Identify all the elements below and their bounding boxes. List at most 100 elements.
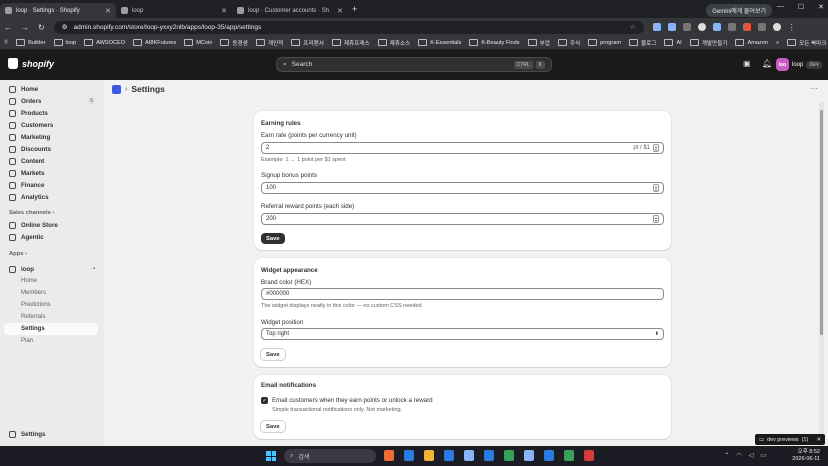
taskbar-clock[interactable]: 오후 8:52 2026-06-11 [792,449,820,463]
signup-bonus-input[interactable]: 100 ▴ ▾ [261,182,664,194]
extension-icon[interactable] [682,23,691,31]
bookmark-folder[interactable]: 블로그 [629,39,656,47]
shopify-logo[interactable]: shopify [8,58,54,69]
close-icon[interactable]: ✕ [105,7,111,15]
more-bookmarks-icon[interactable]: » [776,40,779,46]
bookmark-folder[interactable]: loop [54,39,77,46]
browser-tab-loop[interactable]: loop ✕ [116,3,232,18]
save-button[interactable]: Save [261,421,285,432]
reload-icon[interactable]: ↻ [38,23,45,32]
bookmark-folder[interactable]: K-Essentials [418,39,461,46]
extension-icon[interactable] [697,23,706,31]
taskbar-app-icon[interactable] [564,450,574,461]
pin-icon[interactable]: • [93,266,95,272]
extension-icon[interactable] [727,23,736,31]
maximize-icon[interactable]: ☐ [798,3,804,11]
taskbar-app-icon[interactable] [384,450,394,461]
close-icon[interactable]: ✕ [221,7,227,15]
app-nav-predictions[interactable]: Predictions [0,299,104,311]
bell-icon[interactable]: 🔔︎ [762,59,772,68]
email-customers-checkbox[interactable]: ✓ [261,397,268,404]
bookmark-folder[interactable]: Builder [16,39,45,46]
bookmark-folder[interactable]: AI8KFutures [133,39,176,46]
browser-tab-customer-accounts[interactable]: loop · Customer accounts · Sh ✕ [232,3,348,18]
gemini-button[interactable]: Gemini에게 물어보기 [706,4,772,17]
sidebar-item-products[interactable]: Products [0,107,104,119]
scrollbar-thumb[interactable] [820,110,823,335]
apps-grid-icon[interactable]: ⠿ [4,40,8,46]
bookmark-folder[interactable]: 개발만들기 [690,39,728,47]
extensions-puzzle-icon[interactable] [757,23,766,31]
close-icon[interactable]: ✕ [816,437,821,443]
new-tab-button[interactable]: + [352,4,357,14]
taskbar-app-icon[interactable] [524,450,534,461]
network-icon[interactable]: ◠ [736,452,741,459]
bookmark-folder[interactable]: AWSOCEO [84,39,125,46]
store-icon[interactable]: ▣ [743,59,751,68]
sidebar-item-agentic[interactable]: Agentic [0,231,104,243]
sidebar-item-marketing[interactable]: Marketing [0,131,104,143]
battery-icon[interactable]: ▭ [760,452,766,459]
extension-icon[interactable] [667,23,676,31]
windows-start-icon[interactable] [266,451,276,461]
bookmark-folder[interactable]: Amazon [735,39,768,46]
search-input[interactable]: ⌕ Search CTRL K [276,57,552,72]
save-button[interactable]: Save [261,349,285,360]
widget-position-select[interactable]: Top right ⬍ [261,328,664,340]
bookmark-folder[interactable]: 제휴소스 [378,39,411,47]
sidebar-item-finance[interactable]: Finance [0,179,104,191]
sidebar-item-customers[interactable]: Customers [0,119,104,131]
taskbar-app-icon[interactable] [504,450,514,461]
extension-icon[interactable] [712,23,721,31]
profile-avatar-icon[interactable] [772,23,781,31]
volume-icon[interactable]: ◁ [749,452,754,459]
menu-kebab-icon[interactable]: ⋮ [788,23,796,32]
address-bar[interactable]: ⚙ admin.shopify.com/store/loop-yxxy2nlb/a… [53,20,644,34]
sidebar-item-orders[interactable]: Orders 5 [0,95,104,107]
browser-tab-settings[interactable]: loop · Settings · Shopify ✕ [0,3,116,18]
bookmark-folder[interactable]: program [588,39,621,46]
email-customers-label[interactable]: Email customers when they earn points or… [272,397,433,404]
bookmark-folder[interactable]: AI [664,39,681,46]
window-close-icon[interactable]: ✕ [818,3,824,11]
site-info-icon[interactable]: ⚙ [62,23,68,31]
close-icon[interactable]: ✕ [337,7,343,15]
sidebar-item-analytics[interactable]: Analytics [0,191,104,203]
number-stepper-icon[interactable]: ▴ ▾ [653,184,659,192]
bookmark-folder[interactable]: 개인적 [256,39,283,47]
number-stepper-icon[interactable]: ▴ ▾ [653,144,659,152]
bookmark-star-icon[interactable]: ☆ [630,23,636,31]
extension-icon[interactable] [652,23,661,31]
sales-channels-heading[interactable]: Sales channels › [0,206,104,219]
earn-rate-input[interactable]: 2 pt / $1 ▴ ▾ [261,142,664,154]
chevron-up-icon[interactable]: ⌃ [724,452,729,459]
taskbar-app-icon[interactable] [544,450,554,461]
bookmark-folder[interactable]: K-Beauty Finds [469,39,519,46]
file-explorer-icon[interactable] [424,450,434,461]
sidebar-item-settings[interactable]: Settings [0,428,104,440]
sidebar-item-discounts[interactable]: Discounts [0,143,104,155]
referral-reward-input[interactable]: 200 ▴ ▾ [261,213,664,225]
app-nav-plan[interactable]: Plan [0,335,104,347]
all-bookmarks-folder[interactable]: 모든 북마크 [787,39,826,47]
sidebar-item-online-store[interactable]: Online Store [0,219,104,231]
bookmark-folder[interactable]: 프리랜서 [291,39,324,47]
sidebar-item-loop-app[interactable]: loop • [0,263,104,275]
dev-previews-toast[interactable]: ▭ dev previews (1) ✕ [755,434,825,445]
bookmark-folder[interactable]: 주식 [558,39,580,47]
back-icon[interactable]: ← [4,23,12,32]
brand-color-input[interactable]: #000000 [261,288,664,300]
app-nav-settings[interactable]: Settings [4,323,98,335]
bookmark-folder[interactable]: 동경생 [220,39,247,47]
taskbar-app-icon[interactable] [584,450,594,461]
bookmark-folder[interactable]: 제휴프레스 [332,39,370,47]
more-actions-icon[interactable]: ··· [810,84,818,93]
taskbar-app-icon[interactable] [444,450,454,461]
taskbar-app-icon[interactable] [484,450,494,461]
extension-icon[interactable] [742,23,751,31]
number-stepper-icon[interactable]: ▴ ▾ [653,215,659,223]
scrollbar[interactable] [819,102,824,446]
save-button[interactable]: Save [261,233,285,244]
app-nav-home[interactable]: Home [0,275,104,287]
store-switcher[interactable]: loo loop dev [775,58,822,71]
